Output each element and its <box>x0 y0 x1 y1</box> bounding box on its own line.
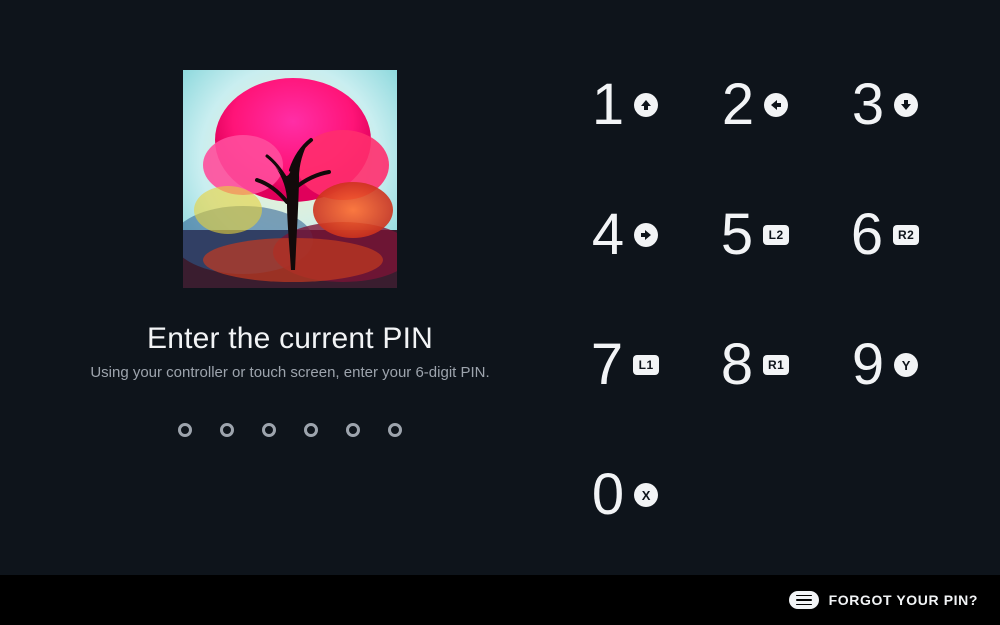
menu-icon <box>789 591 819 609</box>
keypad-key-2[interactable]: 2 <box>690 40 820 170</box>
keypad-key-3[interactable]: 3 <box>820 40 950 170</box>
keypad-key-9[interactable]: 9 Y <box>820 300 950 430</box>
arrow-left-icon <box>764 93 788 117</box>
pin-dot <box>388 423 402 437</box>
content-row: Enter the current PIN Using your control… <box>0 0 1000 555</box>
pin-dots <box>178 423 402 437</box>
page-subtitle: Using your controller or touch screen, e… <box>90 364 489 381</box>
keypad-key-6[interactable]: 6 R2 <box>820 170 950 300</box>
arrow-right-icon <box>634 223 658 247</box>
pin-dot <box>262 423 276 437</box>
digit-label: 9 <box>852 336 884 394</box>
pin-dot <box>220 423 234 437</box>
avatar <box>183 70 397 288</box>
keypad-key-5[interactable]: 5 L2 <box>690 170 820 300</box>
y-button-icon: Y <box>894 353 918 377</box>
digit-label: 4 <box>592 206 624 264</box>
keypad-key-0[interactable]: 0 X <box>560 430 690 560</box>
digit-label: 0 <box>592 466 624 524</box>
left-panel: Enter the current PIN Using your control… <box>50 30 530 555</box>
r1-badge-icon: R1 <box>763 355 789 375</box>
digit-label: 2 <box>722 76 754 134</box>
digit-label: 3 <box>852 76 884 134</box>
keypad-key-1[interactable]: 1 <box>560 40 690 170</box>
arrow-up-icon <box>634 93 658 117</box>
pin-dot <box>304 423 318 437</box>
page-title: Enter the current PIN <box>147 322 433 356</box>
digit-label: 5 <box>721 206 753 264</box>
digit-label: 8 <box>721 336 753 394</box>
keypad-key-4[interactable]: 4 <box>560 170 690 300</box>
l2-badge-icon: L2 <box>763 225 789 245</box>
pin-dot <box>346 423 360 437</box>
digit-label: 1 <box>592 76 624 134</box>
forgot-pin-button[interactable]: FORGOT YOUR PIN? <box>789 591 978 609</box>
digit-label: 6 <box>851 206 883 264</box>
arrow-down-icon <box>894 93 918 117</box>
keypad-key-8[interactable]: 8 R1 <box>690 300 820 430</box>
pin-entry-screen: Enter the current PIN Using your control… <box>0 0 1000 625</box>
x-button-icon: X <box>634 483 658 507</box>
r2-badge-icon: R2 <box>893 225 919 245</box>
keypad-key-7[interactable]: 7 L1 <box>560 300 690 430</box>
footer-bar: FORGOT YOUR PIN? <box>0 575 1000 625</box>
l1-badge-icon: L1 <box>633 355 659 375</box>
forgot-pin-label: FORGOT YOUR PIN? <box>829 592 978 608</box>
digit-label: 7 <box>591 336 623 394</box>
keypad: 1 2 3 4 <box>560 30 950 555</box>
pin-dot <box>178 423 192 437</box>
